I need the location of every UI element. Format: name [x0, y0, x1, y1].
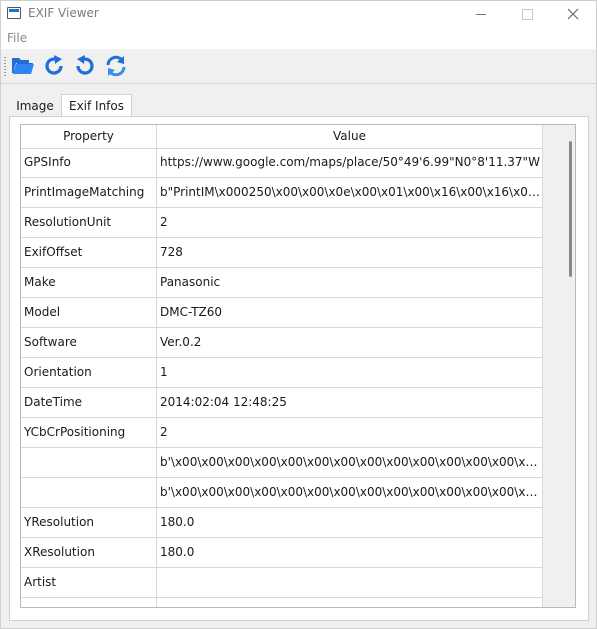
maximize-icon [521, 8, 533, 20]
cell-property: YCbCrPositioning [21, 418, 157, 447]
refresh-button[interactable] [103, 54, 129, 78]
cell-value: DMC-TZ60 [160, 305, 223, 319]
folder-open-icon [12, 58, 34, 74]
table-row[interactable]: Model DMC-TZ60 [21, 298, 542, 328]
cell-value [157, 568, 542, 597]
table-row[interactable]: PrintImageMatching b"PrintIM\x000250\x00\… [21, 178, 542, 208]
cell-value: 2 [160, 215, 168, 229]
menu-file[interactable]: File [7, 31, 27, 45]
toolbar-grip[interactable] [4, 57, 6, 77]
rotate-counterclockwise-button[interactable] [72, 54, 98, 78]
menu-bar: File [1, 27, 596, 49]
app-icon [7, 7, 21, 19]
cell-value: 180.0 [160, 545, 195, 559]
table-row[interactable]: GPSInfo https://www.google.com/maps/place… [21, 148, 542, 178]
cell-value: Ver.0.2 [160, 335, 202, 349]
cell-property: Artist [21, 568, 157, 597]
cell-property [21, 478, 157, 507]
cell-value: b'\x00\x00\x00\x00\x00\x00\x00\x00\x00\x… [160, 485, 542, 499]
cell-property: DateTime [21, 388, 157, 417]
exif-table: Property Value GPSInfo https://www.google… [20, 124, 576, 608]
cell-property: Model [21, 298, 157, 327]
table-row[interactable]: XResolution 180.0 [21, 538, 542, 568]
maximize-button[interactable] [504, 1, 550, 27]
cell-property: ResolutionUnit [21, 208, 157, 237]
table-row[interactable]: ExifOffset 728 [21, 238, 542, 268]
app-window: EXIF Viewer File Image Exif Infos Proper… [0, 0, 597, 629]
scrollbar-thumb[interactable] [569, 141, 572, 277]
close-button[interactable] [550, 1, 596, 27]
cell-property: Orientation [21, 358, 157, 387]
table-row[interactable]: Artist [21, 568, 542, 598]
cell-property: ExifOffset [21, 238, 157, 267]
rotate-clockwise-icon [45, 55, 63, 75]
cell-property: PrintImageMatching [21, 178, 157, 207]
rotate-clockwise-button[interactable] [41, 54, 67, 78]
minimize-button[interactable] [458, 1, 504, 27]
table-row[interactable]: Software Ver.0.2 [21, 328, 542, 358]
table-row[interactable]: DateTime 2014:02:04 12:48:25 [21, 388, 542, 418]
cell-value [157, 598, 542, 607]
minimize-icon [476, 13, 486, 15]
cell-property [21, 598, 157, 607]
header-value[interactable]: Value [157, 125, 542, 148]
table-row[interactable]: YResolution 180.0 [21, 508, 542, 538]
window-title: EXIF Viewer [28, 6, 99, 20]
table-row[interactable]: b'\x00\x00\x00\x00\x00\x00\x00\x00\x00\x… [21, 478, 542, 508]
table-header: Property Value [21, 125, 542, 149]
cell-value: 728 [160, 245, 183, 259]
table-row[interactable]: Orientation 1 [21, 358, 542, 388]
table-row[interactable]: Make Panasonic [21, 268, 542, 298]
cell-value: b"PrintIM\x000250\x00\x00\x0e\x00\x01\x0… [160, 185, 542, 199]
exif-panel: Property Value GPSInfo https://www.google… [9, 116, 589, 621]
cell-value: 2 [160, 425, 168, 439]
tab-image[interactable]: Image [11, 96, 59, 116]
toolbar [1, 49, 596, 84]
table-row[interactable] [21, 598, 542, 607]
cell-property: GPSInfo [21, 148, 157, 177]
table-body: GPSInfo https://www.google.com/maps/place… [21, 148, 542, 607]
table-row[interactable]: b'\x00\x00\x00\x00\x00\x00\x00\x00\x00\x… [21, 448, 542, 478]
cell-value: Panasonic [160, 275, 221, 289]
cell-property [21, 448, 157, 477]
cell-property: YResolution [21, 508, 157, 537]
cell-property: Software [21, 328, 157, 357]
vertical-scrollbar[interactable] [542, 125, 575, 607]
cell-property: XResolution [21, 538, 157, 567]
table-row[interactable]: YCbCrPositioning 2 [21, 418, 542, 448]
cell-value: 180.0 [160, 515, 195, 529]
title-bar[interactable]: EXIF Viewer [1, 1, 596, 27]
close-icon [567, 8, 579, 20]
header-property[interactable]: Property [21, 125, 157, 148]
rotate-counterclockwise-icon [76, 55, 94, 75]
cell-property: Make [21, 268, 157, 297]
refresh-icon [106, 55, 126, 77]
cell-value: 1 [160, 365, 168, 379]
cell-value: https://www.google.com/maps/place/50°49'… [160, 155, 540, 169]
open-button[interactable] [10, 54, 36, 78]
tab-exif-infos[interactable]: Exif Infos [61, 94, 132, 116]
cell-value: b'\x00\x00\x00\x00\x00\x00\x00\x00\x00\x… [160, 455, 542, 469]
table-row[interactable]: ResolutionUnit 2 [21, 208, 542, 238]
cell-value: 2014:02:04 12:48:25 [160, 395, 287, 409]
